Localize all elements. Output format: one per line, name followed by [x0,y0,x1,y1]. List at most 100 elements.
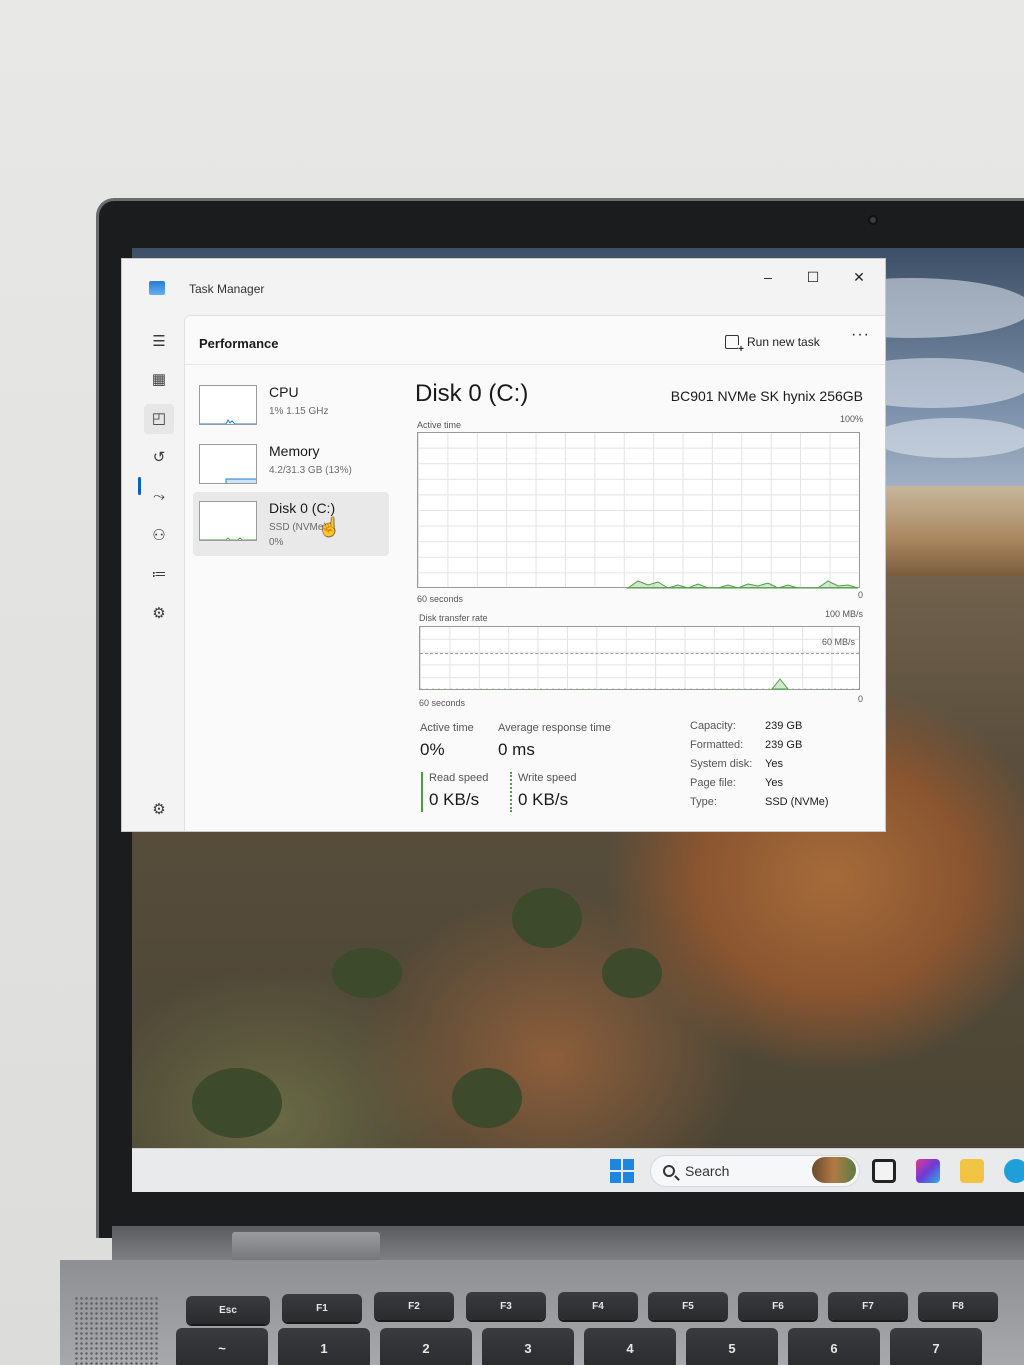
copilot-icon[interactable] [916,1159,940,1183]
window-title: Task Manager [189,282,265,296]
transfer-min: 0 [857,694,863,704]
active-time-span: 60 seconds [417,594,464,604]
response-time-label: Average response time [498,722,611,734]
key-f2[interactable]: F2 [374,1292,454,1320]
services-icon[interactable]: ⚙ [144,599,174,629]
close-button[interactable]: ✕ [839,265,879,289]
speaker-grille [74,1296,158,1365]
type-label: Type: [690,796,717,808]
start-icon[interactable] [610,1159,634,1183]
terminal-icon[interactable] [872,1159,896,1183]
page-title: Performance [199,336,279,351]
system-disk-value: Yes [765,758,783,770]
active-time-stat-label: Active time [420,722,474,734]
formatted-label: Formatted: [690,739,744,751]
search-highlight-image [812,1157,856,1183]
startup-apps-icon[interactable]: ⤳ [144,482,174,512]
active-time-graph-label: Active time [417,420,462,430]
active-time-line [626,580,859,589]
device-item-cpu[interactable]: CPU 1% 1.15 GHz [193,376,389,440]
mouse-cursor-icon: ☝ [318,517,341,537]
transfer-time-span: 60 seconds [419,698,466,708]
page-file-label: Page file: [690,777,736,789]
run-new-task-label: Run new task [747,335,820,349]
read-speed-value: 0 KB/s [429,790,480,809]
key-f3[interactable]: F3 [466,1292,546,1320]
disk-model: BC901 NVMe SK hynix 256GB [670,388,863,404]
device-item-disk-0[interactable]: Disk 0 (C:) SSD (NVMe) 0% [193,492,389,556]
performance-icon[interactable]: ◰ [144,404,174,434]
app-history-icon[interactable]: ↺ [144,443,174,473]
key-7[interactable]: 7 [890,1328,982,1365]
search-label: Search [685,1163,730,1179]
transfer-graph-max: 100 MB/s [824,609,863,619]
write-speed-value: 0 KB/s [518,790,569,809]
key-f5[interactable]: F5 [648,1292,728,1320]
device-name: Disk 0 (C:) [269,500,336,516]
device-detail: 1% 1.15 GHz [269,406,329,417]
key-f8[interactable]: F8 [918,1292,998,1320]
search-icon [663,1165,675,1177]
device-name: CPU [269,384,299,400]
key-esc[interactable]: Esc [186,1296,270,1324]
read-speed-indicator [421,772,423,812]
key-2[interactable]: 2 [380,1328,472,1365]
key-4[interactable]: 4 [584,1328,676,1365]
key-f6[interactable]: F6 [738,1292,818,1320]
key-1[interactable]: 1 [278,1328,370,1365]
key-f7[interactable]: F7 [828,1292,908,1320]
task-manager-icon [149,281,165,295]
settings-icon[interactable]: ⚙ [144,795,174,825]
edge-icon[interactable] [1004,1159,1024,1183]
key-f1[interactable]: F1 [282,1294,362,1322]
cpu-thumbnail-graph [199,385,257,425]
read-speed-label: Read speed [429,772,489,784]
response-time-value: 0 ms [498,740,535,759]
more-options-button[interactable]: ··· [851,326,870,344]
transfer-rate-line [420,678,861,690]
key-tilde[interactable]: ~ [176,1328,268,1365]
users-icon[interactable]: ⚇ [144,521,174,551]
memory-thumbnail-graph [199,444,257,484]
transfer-graph-label: Disk transfer rate [419,613,488,623]
active-time-graph [417,432,860,589]
key-3[interactable]: 3 [482,1328,574,1365]
key-5[interactable]: 5 [686,1328,778,1365]
nav-active-indicator [138,477,141,495]
active-time-min: 0 [857,590,863,600]
formatted-value: 239 GB [765,739,803,751]
maximize-button[interactable]: ☐ [793,265,833,289]
hamburger-icon[interactable]: ☰ [144,327,174,357]
details-icon[interactable]: ≔ [144,560,174,590]
disk-title: Disk 0 (C:) [415,380,529,407]
device-detail: 4.2/31.3 GB (13%) [269,465,352,476]
webcam-icon [868,215,878,225]
taskbar: Search [132,1148,1024,1192]
device-item-memory[interactable]: Memory 4.2/31.3 GB (13%) [193,435,389,499]
key-f4[interactable]: F4 [558,1292,638,1320]
page-file-value: Yes [765,777,783,789]
active-time-graph-max: 100% [839,414,863,424]
device-usage: 0% [269,537,284,548]
task-manager-window: Task Manager – ☐ ✕ ☰ ▦ ◰ ↺ ⤳ ⚇ ≔ ⚙ ⚙ Per… [121,258,886,832]
system-disk-label: System disk: [690,758,753,770]
run-task-icon [725,335,744,355]
write-speed-indicator [510,772,512,812]
processes-icon[interactable]: ▦ [144,365,174,395]
device-name: Memory [269,443,320,459]
type-value: SSD (NVMe) [765,796,829,808]
disk-thumbnail-graph [199,501,257,541]
header-divider [185,364,885,365]
wallpaper-buildings [884,486,1024,576]
run-new-task-button[interactable]: Run new task [725,328,820,356]
title-bar[interactable]: Task Manager – ☐ ✕ [122,259,885,315]
write-speed-label: Write speed [518,772,577,784]
minimize-button[interactable]: – [748,265,788,289]
active-time-stat-value: 0% [420,740,445,759]
capacity-label: Capacity: [690,720,736,732]
transfer-rate-graph: 60 MB/s [419,626,861,690]
file-explorer-icon[interactable] [960,1159,984,1183]
key-6[interactable]: 6 [788,1328,880,1365]
performance-panel: Performance Run new task ··· CPU 1% 1.15… [184,315,885,831]
capacity-value: 239 GB [765,720,803,732]
